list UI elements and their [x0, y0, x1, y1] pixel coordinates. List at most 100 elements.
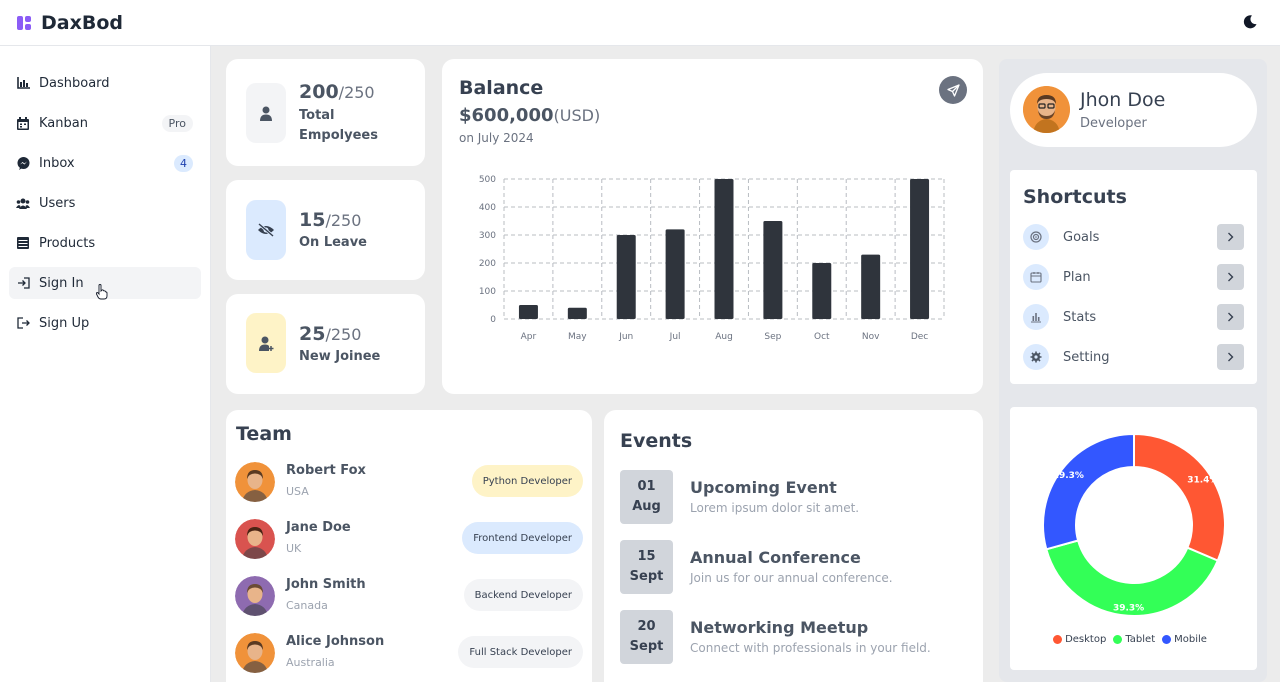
event-row[interactable]: 01 Aug Upcoming Event Lorem ipsum dolor sit… — [620, 470, 970, 524]
table-icon — [16, 236, 30, 250]
sign-in-icon — [16, 276, 30, 290]
stat-value: 25/250 — [299, 323, 362, 345]
sidebar-item-kanban[interactable]: Kanban Pro — [9, 107, 201, 139]
role-pill: Frontend Developer — [462, 522, 583, 554]
x-tick-label: Apr — [521, 332, 537, 342]
chart-icon — [16, 76, 30, 90]
bar — [861, 254, 881, 319]
event-date: 01 Aug — [620, 470, 673, 524]
avatar — [235, 519, 275, 559]
event-month: Aug — [632, 499, 661, 514]
users-icon — [16, 196, 30, 210]
event-date: 15 Sept — [620, 540, 673, 594]
legend-dot — [1162, 635, 1172, 644]
team-member-row[interactable]: Alice Johnson Australia Full Stack Develop… — [235, 632, 583, 674]
legend-label: Desktop — [1065, 634, 1107, 645]
donut-slice[interactable] — [1042, 432, 1135, 551]
shortcut-stats[interactable]: Stats — [1023, 303, 1244, 331]
event-day: 20 — [637, 619, 656, 634]
shortcuts-card: Shortcuts Goals Plan Stats Setting — [1010, 170, 1257, 384]
sidebar-item-dashboard[interactable]: Dashboard — [9, 67, 201, 99]
chevron-right-icon[interactable] — [1217, 264, 1244, 290]
x-tick-label: Jul — [669, 332, 681, 342]
bar — [812, 263, 832, 319]
inbox-count-badge: 4 — [174, 154, 193, 172]
team-member-row[interactable]: Jane Doe UK Frontend Developer — [235, 518, 583, 560]
shortcut-plan[interactable]: Plan — [1023, 263, 1244, 291]
legend-label: Mobile — [1174, 634, 1207, 645]
eye-slash-icon — [246, 200, 286, 260]
legend-label: Tablet — [1125, 634, 1156, 645]
logo[interactable]: DaxBod — [17, 12, 123, 34]
role-pill: Backend Developer — [463, 579, 583, 611]
stat-card-joinee: 25/250 New Joinee — [226, 294, 425, 394]
event-day: 01 — [637, 479, 656, 494]
avatar — [235, 576, 275, 616]
chevron-right-icon[interactable] — [1217, 224, 1244, 250]
x-tick-label: Nov — [862, 332, 880, 342]
shortcuts-title: Shortcuts — [1023, 186, 1127, 208]
stat-label: Total Empolyees — [299, 108, 378, 143]
events-card: Events 01 Aug Upcoming Event Lorem ipsum do… — [604, 410, 983, 682]
team-member-row[interactable]: John Smith Canada Backend Developer — [235, 575, 583, 617]
shortcut-label: Setting — [1063, 349, 1110, 365]
stat-label: New Joinee — [299, 349, 381, 364]
member-location: Australia — [286, 656, 335, 669]
bar — [665, 229, 685, 319]
event-month: Sept — [629, 569, 664, 584]
app-title: DaxBod — [41, 11, 123, 34]
chevron-right-icon[interactable] — [1217, 304, 1244, 330]
member-name: Robert Fox — [286, 463, 366, 478]
member-name: Alice Johnson — [286, 634, 385, 649]
bar — [616, 235, 636, 319]
avatar — [235, 633, 275, 673]
donut-slice[interactable] — [1133, 432, 1226, 562]
messenger-icon — [16, 156, 30, 170]
moon-icon[interactable] — [1242, 14, 1258, 30]
avatar — [235, 462, 275, 502]
stat-value: 15/250 — [299, 209, 362, 231]
event-row[interactable]: 20 Sept Networking Meetup Connect with prof… — [620, 610, 970, 664]
team-member-row[interactable]: Robert Fox USA Python Developer — [235, 461, 583, 503]
legend-item[interactable]: Desktop — [1053, 634, 1106, 645]
shortcut-goals[interactable]: Goals — [1023, 223, 1244, 251]
sidebar-item-inbox[interactable]: Inbox 4 — [9, 147, 201, 179]
team-card: Team Robert Fox USA Python Developer Jane D… — [226, 410, 592, 682]
gear-icon — [1023, 344, 1049, 370]
legend-dot — [1113, 635, 1123, 644]
shortcut-label: Stats — [1063, 309, 1097, 325]
chevron-right-icon[interactable] — [1217, 344, 1244, 370]
legend-item[interactable]: Tablet — [1113, 634, 1155, 645]
legend-dot — [1053, 635, 1063, 644]
sidebar-item-users[interactable]: Users — [9, 187, 201, 219]
event-row[interactable]: 15 Sept Annual Conference Join us for our a… — [620, 540, 970, 594]
shortcut-setting[interactable]: Setting — [1023, 343, 1244, 371]
member-location: Canada — [286, 599, 328, 612]
y-tick-label: 500 — [479, 175, 496, 185]
legend-item[interactable]: Mobile — [1162, 634, 1207, 645]
y-tick-label: 100 — [479, 287, 496, 297]
x-tick-label: Sep — [764, 332, 781, 342]
team-title: Team — [236, 423, 292, 445]
cursor-icon — [95, 284, 108, 304]
y-tick-label: 200 — [479, 259, 496, 269]
calendar-icon — [16, 116, 30, 130]
x-tick-label: Aug — [715, 332, 733, 342]
shortcut-label: Plan — [1063, 269, 1091, 285]
sidebar-item-label: Inbox — [39, 155, 75, 171]
donut-legend: Desktop Tablet Mobile — [1010, 634, 1257, 645]
y-tick-label: 0 — [490, 315, 496, 325]
member-location: USA — [286, 485, 309, 498]
role-pill: Full Stack Developer — [458, 636, 583, 668]
sign-up-icon — [16, 316, 30, 330]
sidebar-item-products[interactable]: Products — [9, 227, 201, 259]
slice-label: 39.3% — [1113, 603, 1144, 613]
profile-name: Jhon Doe — [1080, 89, 1166, 111]
sidebar: Dashboard Kanban Pro Inbox 4 Users Produ… — [0, 46, 211, 682]
sidebar-item-sign-up[interactable]: Sign Up — [9, 307, 201, 339]
profile-card[interactable]: Jhon Doe Developer — [1010, 73, 1257, 147]
device-donut-card: 31.4% 39.3% 29.3% Desktop Tablet Mobile — [1010, 407, 1257, 670]
user-icon — [246, 83, 286, 143]
event-description: Lorem ipsum dolor sit amet. — [690, 501, 860, 515]
bar — [763, 221, 783, 319]
